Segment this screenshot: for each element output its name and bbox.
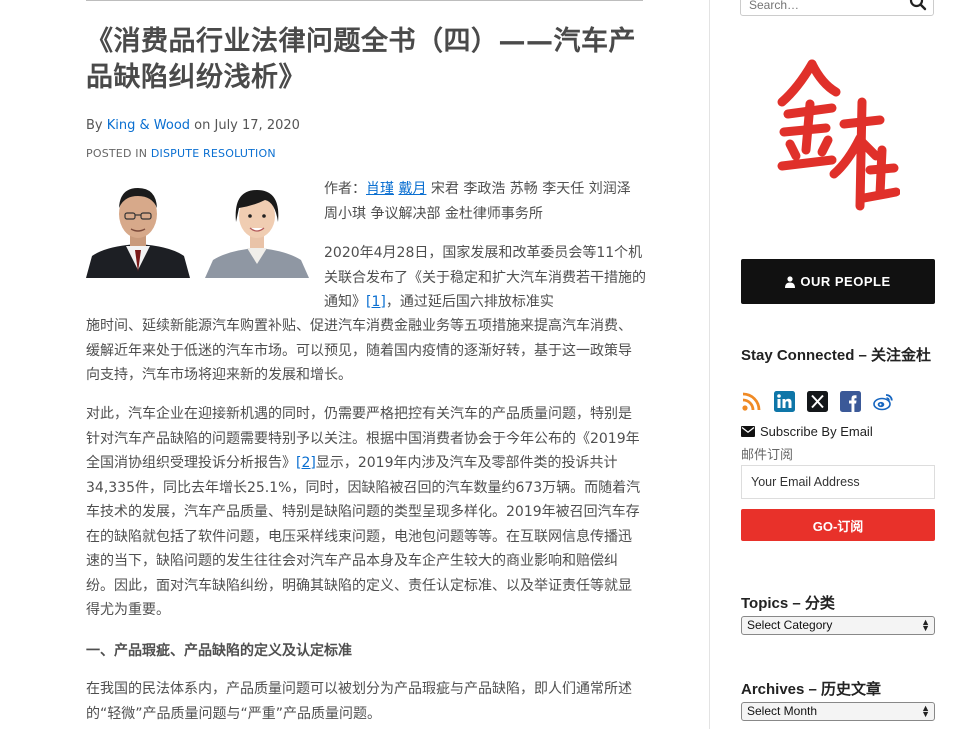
paragraph-3: 在我国的民法体系内，产品质量问题可以被划分为产品瑕疵与产品缺陷，即人们通常所述的… — [86, 681, 632, 722]
authors-paragraph: 作者：肖瑾 戴月 宋君 李政浩 苏畅 李天任 刘润泽 周小琪 争议解决部 金杜律… — [324, 177, 646, 226]
byline-on: on — [190, 118, 215, 133]
top-divider — [86, 0, 643, 1]
subscribe-go-button[interactable]: GO-订阅 — [741, 509, 935, 541]
paragraph-2: 对此，汽车企业在迎接新机遇的同时，仍需要严格把控有关汽车的产品质量问题，特别是针… — [86, 402, 643, 623]
author-photo-male — [86, 178, 190, 278]
byline-prefix: By — [86, 118, 107, 133]
authors-prefix: 作者： — [324, 181, 366, 197]
search-input[interactable] — [747, 0, 901, 13]
posted-in: POSTED IN DISPUTE RESOLUTION — [86, 147, 276, 160]
our-people-label: OUR PEOPLE — [800, 274, 891, 289]
search-box — [740, 0, 934, 16]
subscribe-label: Subscribe By Email — [760, 424, 873, 439]
kwm-logo[interactable] — [776, 58, 901, 214]
category-link[interactable]: DISPUTE RESOLUTION — [151, 147, 276, 160]
x-icon[interactable] — [807, 391, 828, 412]
email-input[interactable] — [741, 465, 935, 499]
topics-heading: Topics – 分类 — [741, 595, 835, 612]
section-heading-1: 一、产品瑕疵、产品缺陷的定义及认定标准 — [86, 643, 352, 659]
select-arrows-icon: ▲ ▼ — [921, 617, 930, 633]
posted-in-label: POSTED IN — [86, 147, 151, 160]
post-date: July 17, 2020 — [214, 118, 300, 133]
article-title: 《消费品行业法律问题全书（四）——汽车产品缺陷纠纷浅析》 — [86, 26, 636, 93]
p2-text-b: 显示，2019年内涉及汽车及零部件类的投诉共计34,335件，同比去年增长25.… — [86, 455, 641, 618]
category-select-value: Select Category — [747, 618, 833, 632]
author-link-1[interactable]: 肖瑾 — [366, 181, 394, 197]
user-icon — [785, 275, 796, 288]
intro-paragraph-top: 2020年4月28日，国家发展和改革委员会等11个机关联合发布了《关于稳定和扩大… — [324, 241, 646, 315]
author-link[interactable]: King & Wood — [107, 118, 190, 133]
author-link-2[interactable]: 戴月 — [398, 181, 426, 197]
rss-icon[interactable] — [741, 391, 762, 412]
footnote-link-2[interactable]: [2] — [296, 455, 316, 471]
subscribe-by-email[interactable]: Subscribe By Email — [741, 424, 873, 439]
author-photo-female — [205, 178, 309, 278]
weibo-icon[interactable] — [873, 391, 894, 412]
search-icon[interactable] — [909, 0, 927, 11]
archives-heading: Archives – 历史文章 — [741, 681, 882, 698]
intro-paragraph-continued: 施时间、延续新能源汽车购置补贴、促进汽车消费金融业务等五项措施来提高汽车消费、缓… — [86, 318, 632, 383]
category-select[interactable]: Select Category ▲ ▼ — [741, 616, 935, 635]
intro-text-a2: ，通过延后国六排放标准实 — [385, 294, 554, 310]
mail-subscribe-label: 邮件订阅 — [741, 448, 794, 463]
stay-connected-heading: Stay Connected – 关注金杜 — [741, 347, 932, 364]
linkedin-icon[interactable] — [774, 391, 795, 412]
facebook-icon[interactable] — [840, 391, 861, 412]
byline: By King & Wood on July 17, 2020 — [86, 118, 300, 133]
select-arrows-icon: ▲ ▼ — [921, 703, 930, 719]
our-people-button[interactable]: OUR PEOPLE — [741, 259, 935, 304]
social-icons — [741, 391, 894, 412]
footnote-link-1[interactable]: [1] — [366, 294, 386, 310]
column-divider — [709, 0, 710, 729]
envelope-icon — [741, 426, 755, 437]
month-select[interactable]: Select Month ▲ ▼ — [741, 702, 935, 721]
month-select-value: Select Month — [747, 704, 818, 718]
